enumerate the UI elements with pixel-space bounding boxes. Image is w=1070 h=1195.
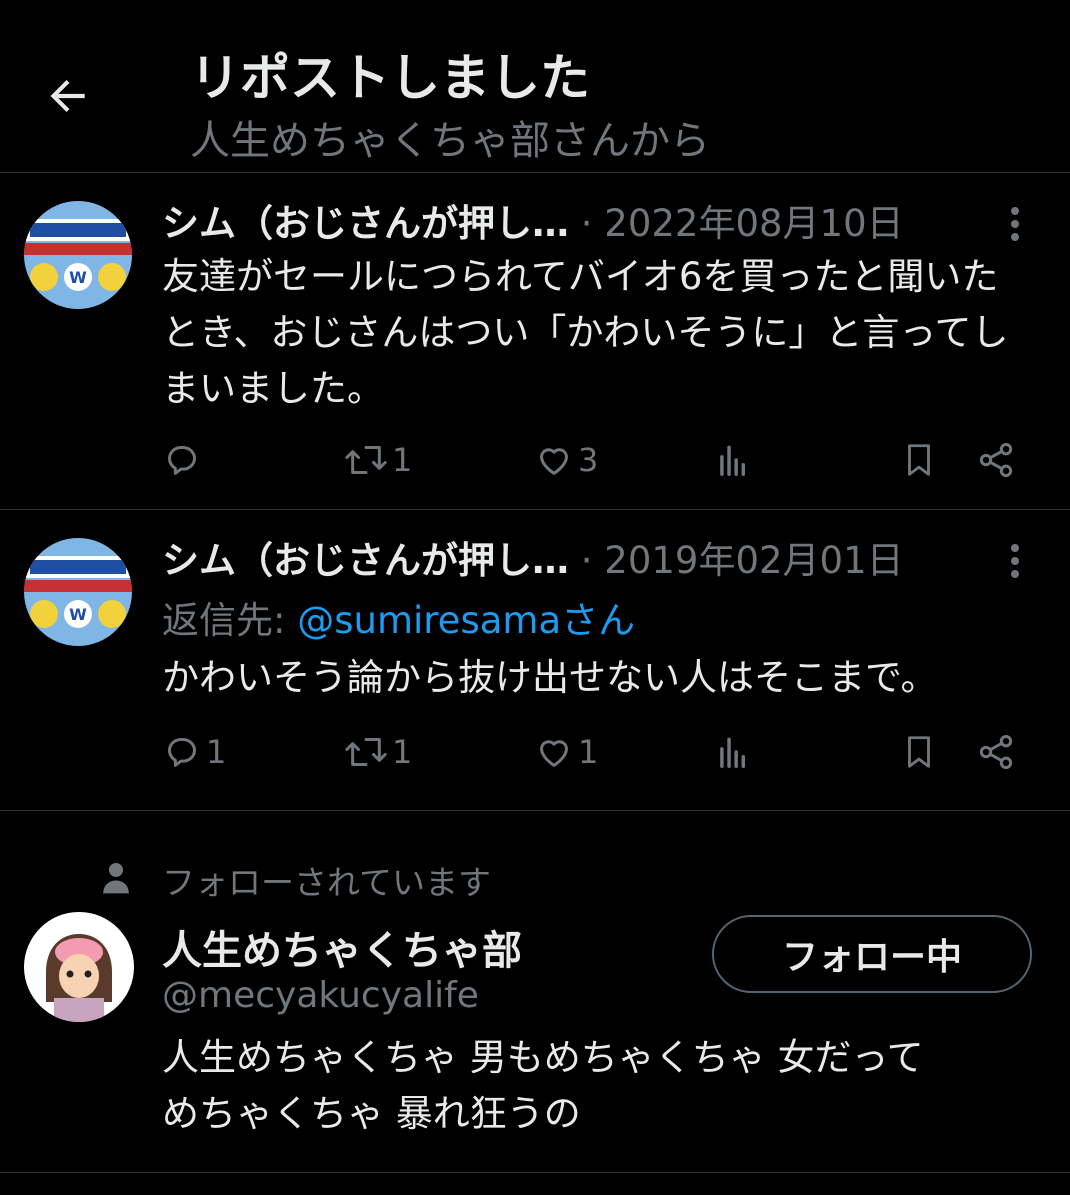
post-date[interactable]: 2019年02月01日	[604, 539, 903, 582]
avatar[interactable]: W	[24, 201, 132, 309]
divider	[0, 1172, 1070, 1173]
like-icon	[540, 740, 568, 767]
svg-text:W: W	[69, 268, 87, 287]
more-icon	[1011, 544, 1019, 578]
post-actions: 1 3	[162, 435, 1032, 485]
back-arrow-icon	[50, 79, 85, 113]
user-display-name[interactable]: 人生めちゃくちゃ部	[162, 918, 522, 976]
separator-dot: ·	[580, 202, 593, 245]
views-button[interactable]	[714, 435, 752, 485]
more-icon	[1011, 207, 1019, 241]
bookmark-button[interactable]	[900, 435, 938, 485]
post-header: シム（おじさんが押し… · 2022年08月10日	[162, 193, 904, 247]
page-title: リポストしました	[190, 49, 590, 107]
followed-by-label: フォローされています	[162, 863, 492, 902]
user-bio: 人生めちゃくちゃ 男もめちゃくちゃ 女だって めちゃくちゃ 暴れ狂うの	[162, 1030, 1042, 1142]
avatar[interactable]: W	[24, 538, 132, 646]
reply-count: 1	[206, 733, 227, 771]
svg-text:W: W	[69, 605, 87, 624]
repost-count: 1	[392, 441, 413, 479]
author-name[interactable]: シム（おじさんが押し…	[162, 202, 569, 245]
repost-icon	[345, 446, 387, 474]
post-date[interactable]: 2022年08月10日	[604, 202, 903, 245]
share-icon	[979, 735, 1013, 769]
post-card[interactable]: W シム（おじさんが押し… · 2019年02月01日 返信先: @sumire…	[0, 510, 1070, 811]
reply-to-label: 返信先:	[162, 599, 298, 642]
reply-to-handle-link[interactable]: @sumiresamaさん	[297, 599, 635, 642]
more-options-button[interactable]	[1000, 538, 1030, 584]
bookmark-icon	[908, 736, 930, 768]
like-button[interactable]: 1	[534, 727, 598, 777]
user-bio-line: めちゃくちゃ 暴れ狂うの	[162, 1092, 581, 1135]
share-button[interactable]	[976, 435, 1016, 485]
separator-dot: ·	[580, 539, 593, 582]
reply-icon	[168, 446, 196, 475]
back-button[interactable]	[38, 66, 98, 126]
reply-to-line: 返信先: @sumiresamaさん	[162, 590, 635, 644]
views-icon	[720, 445, 746, 476]
reply-button[interactable]	[162, 435, 206, 485]
like-button[interactable]: 3	[534, 435, 598, 485]
post-text: かわいそう論から抜け出せない人はそこまで。	[162, 656, 938, 699]
like-count: 1	[578, 733, 599, 771]
bookmark-button[interactable]	[900, 727, 938, 777]
more-options-button[interactable]	[1000, 201, 1030, 247]
share-button[interactable]	[976, 727, 1016, 777]
reply-button[interactable]: 1	[162, 727, 226, 777]
following-button[interactable]: フォロー中	[712, 915, 1032, 993]
like-icon	[540, 448, 568, 475]
post-text: 友達がセールにつられてバイオ6を買ったと聞いたとき、おじさんはつい「かわいそうに…	[162, 255, 1009, 410]
share-icon	[979, 443, 1013, 477]
repost-count: 1	[392, 733, 413, 771]
user-avatar[interactable]	[24, 912, 134, 1022]
page-subtitle: 人生めちゃくちゃ部さんから	[190, 118, 710, 164]
post-header: シム（おじさんが押し… · 2019年02月01日	[162, 530, 904, 584]
author-name[interactable]: シム（おじさんが押し…	[162, 539, 569, 582]
repost-button[interactable]: 1	[344, 435, 412, 485]
post-actions: 1 1 1	[162, 727, 1032, 777]
user-bio-line: 人生めちゃくちゃ 男もめちゃくちゃ 女だって	[162, 1036, 924, 1079]
views-icon	[720, 737, 746, 768]
like-count: 3	[578, 441, 599, 479]
top-bar: リポストしました 人生めちゃくちゃ部さんから	[0, 0, 1070, 173]
reply-icon	[168, 738, 196, 767]
repost-button[interactable]: 1	[344, 727, 412, 777]
post-card[interactable]: W シム（おじさんが押し… · 2022年08月10日 友達がセールにつられてバ…	[0, 173, 1070, 510]
person-icon	[103, 863, 129, 894]
views-button[interactable]	[714, 727, 752, 777]
user-handle[interactable]: @mecyakucyalife	[162, 975, 479, 1016]
repost-icon	[345, 738, 387, 766]
bookmark-icon	[908, 444, 930, 476]
